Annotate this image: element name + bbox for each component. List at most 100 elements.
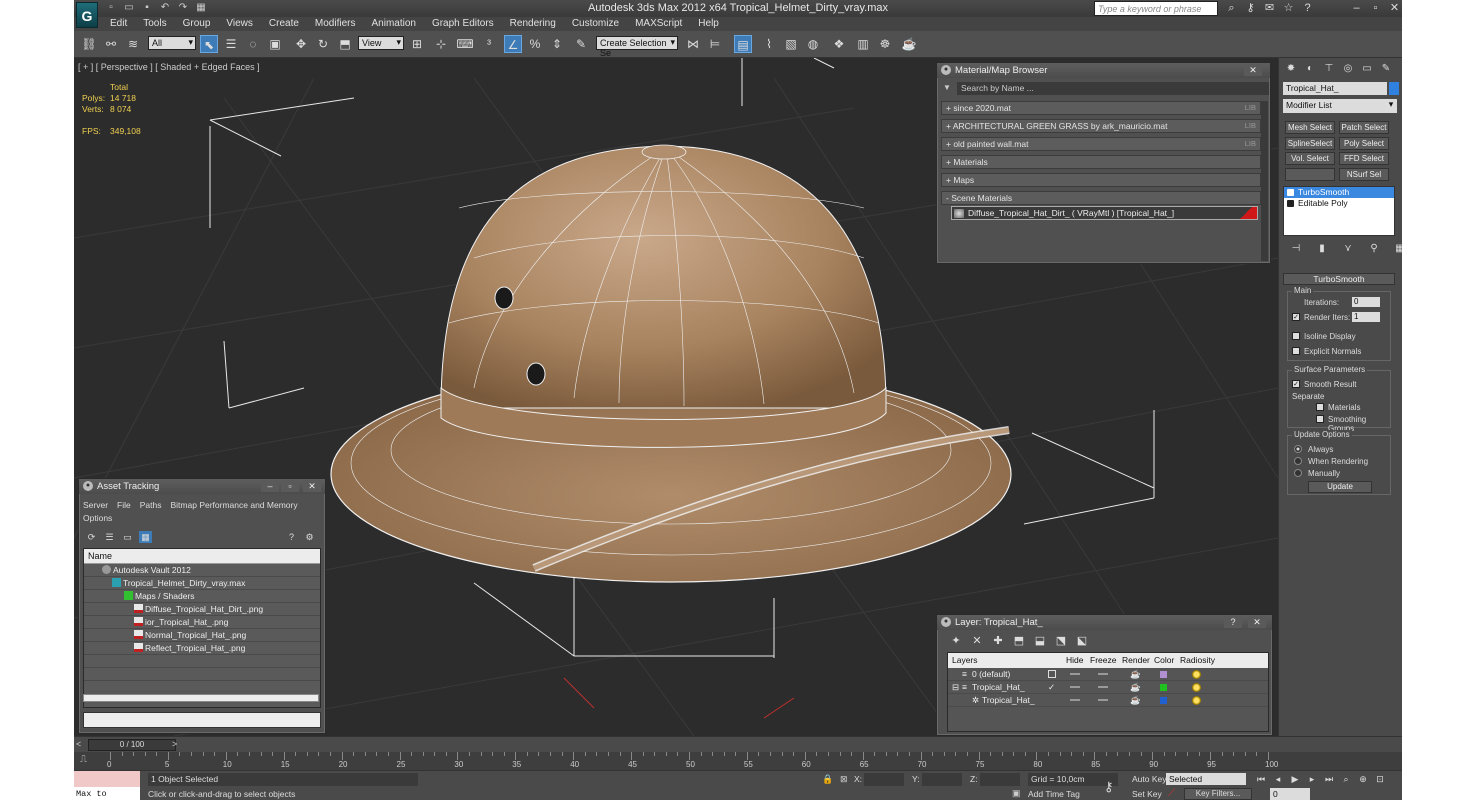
- tree-item[interactable]: Maps / Shaders: [84, 590, 320, 603]
- material-browser-titlebar[interactable]: ● Material/Map Browser ✕: [937, 63, 1270, 78]
- smooth-result-checkbox[interactable]: ✓: [1292, 380, 1300, 388]
- radiosity-bulb-icon[interactable]: [1192, 670, 1201, 679]
- explicit-normals-checkbox[interactable]: [1292, 347, 1300, 355]
- set-key-icon[interactable]: ⟋: [1168, 788, 1175, 799]
- turbosmooth-rollout-title[interactable]: TurboSmooth: [1283, 273, 1395, 285]
- viewport-label[interactable]: [ + ] [ Perspective ] [ Shaded + Edged F…: [78, 62, 260, 72]
- layer-object-row[interactable]: ✲ Tropical_Hat_ ☕: [948, 694, 1268, 707]
- asset-tracking-titlebar[interactable]: ● Asset Tracking – ▫ ✕: [79, 479, 325, 494]
- create-tab-icon[interactable]: ✸: [1283, 61, 1299, 77]
- remove-modifier-icon[interactable]: ⚲: [1367, 243, 1381, 255]
- layer-manager-titlebar[interactable]: ● Layer: Tropical_Hat_ ? ✕: [937, 615, 1272, 630]
- scene-materials-group-row[interactable]: - Scene Materials: [941, 191, 1261, 205]
- menu-options[interactable]: Options: [83, 513, 112, 523]
- stack-item-editable-poly[interactable]: Editable Poly: [1284, 198, 1394, 209]
- select-object-icon[interactable]: ⬉: [200, 35, 218, 53]
- auto-key-button[interactable]: Auto Key: [1132, 774, 1167, 784]
- current-frame-field[interactable]: 0: [1270, 788, 1310, 800]
- collapse-icon[interactable]: ⊟: [952, 681, 960, 694]
- update-button[interactable]: Update: [1308, 481, 1372, 493]
- pivot-center-icon[interactable]: ⊞: [408, 35, 426, 53]
- table-view-icon[interactable]: ▦: [139, 531, 152, 543]
- zoom-extents-icon[interactable]: ⊡: [1373, 773, 1387, 785]
- maps-group-row[interactable]: + Maps: [941, 173, 1261, 187]
- motion-tab-icon[interactable]: ◎: [1340, 61, 1356, 77]
- tree-item[interactable]: ior_Tropical_Hat_.png: [84, 616, 320, 629]
- tree-item[interactable]: Diffuse_Tropical_Hat_Dirt_.png: [84, 603, 320, 616]
- search-options-icon[interactable]: ▼: [943, 83, 951, 92]
- favorites-icon[interactable]: ☆: [1281, 1, 1296, 15]
- go-to-end-icon[interactable]: ⏭: [1322, 773, 1336, 785]
- col-hide[interactable]: Hide: [1066, 653, 1083, 668]
- lock-selection-icon[interactable]: 🔒: [822, 774, 833, 785]
- menu-customize[interactable]: Customize: [564, 17, 627, 31]
- freeze-toggle[interactable]: [1098, 673, 1108, 675]
- key-filters-button[interactable]: Key Filters...: [1184, 788, 1252, 800]
- select-manipulate-icon[interactable]: ⊹: [432, 35, 450, 53]
- prev-frame-icon[interactable]: <: [76, 739, 81, 749]
- maximize-icon[interactable]: ▫: [281, 480, 299, 492]
- tree-item[interactable]: Tropical_Helmet_Dirty_vray.max: [84, 577, 320, 590]
- minimize-icon[interactable]: –: [261, 480, 279, 492]
- menu-rendering[interactable]: Rendering: [502, 17, 564, 31]
- highlight-selected-icon[interactable]: ⬓: [1033, 635, 1047, 648]
- menu-group[interactable]: Group: [175, 17, 219, 31]
- help-icon[interactable]: ?: [285, 531, 298, 543]
- object-color-swatch[interactable]: [1160, 697, 1167, 704]
- window-crossing-icon[interactable]: ▣: [266, 35, 284, 53]
- object-name-field[interactable]: Tropical_Hat_: [1283, 82, 1387, 95]
- layer-row[interactable]: ≡ 0 (default) ☕: [948, 668, 1268, 681]
- time-tag-icon[interactable]: ▣: [1012, 788, 1021, 799]
- scale-icon[interactable]: ⬒: [336, 35, 354, 53]
- update-when-rendering-radio[interactable]: [1294, 457, 1302, 465]
- key-mode-dropdown[interactable]: Selected: [1166, 773, 1246, 785]
- keyboard-shortcut-icon[interactable]: ⌨: [456, 35, 474, 53]
- track-bar[interactable]: ⎍ 0 5 10 15 20 25 30 35 40 45 50 55 60 65 70 75 80 85 90 95…: [74, 752, 1402, 770]
- iterations-spinner[interactable]: 0: [1352, 297, 1380, 307]
- render-setup-icon[interactable]: ❖: [830, 35, 848, 53]
- hide-toggle[interactable]: [1070, 699, 1080, 701]
- reference-coordinate-dropdown[interactable]: View: [358, 36, 404, 50]
- z-coord-field[interactable]: [980, 773, 1020, 786]
- go-to-start-icon[interactable]: ⏮: [1254, 773, 1268, 785]
- absolute-mode-icon[interactable]: ⊠: [840, 774, 848, 785]
- patch-select-button[interactable]: Patch Select: [1339, 121, 1389, 134]
- hide-all-icon[interactable]: ⬔: [1054, 635, 1068, 648]
- snaps-toggle-icon[interactable]: ³: [480, 35, 498, 53]
- menu-bitmap-performance[interactable]: Bitmap Performance and Memory: [171, 500, 298, 510]
- menu-tools[interactable]: Tools: [135, 17, 174, 31]
- communication-icon[interactable]: ✉: [1262, 1, 1277, 15]
- col-render[interactable]: Render: [1122, 653, 1150, 668]
- spline-select-button[interactable]: SplineSelect: [1285, 137, 1335, 150]
- mirror-icon[interactable]: ⋈: [684, 35, 702, 53]
- select-by-name-icon[interactable]: ☰: [222, 35, 240, 53]
- app-logo[interactable]: G: [76, 2, 98, 28]
- freeze-toggle[interactable]: [1098, 686, 1108, 688]
- close-icon[interactable]: ✕: [303, 480, 321, 492]
- close-icon[interactable]: ✕: [1387, 1, 1402, 15]
- search-input[interactable]: Type a keyword or phrase: [1094, 1, 1218, 16]
- play-icon[interactable]: ▶: [1288, 773, 1302, 785]
- named-selection-dropdown[interactable]: Create Selection Se: [596, 36, 678, 58]
- subscription-icon[interactable]: ⚷: [1243, 1, 1258, 15]
- modify-tab-icon[interactable]: ◐: [1302, 61, 1318, 77]
- bind-space-warp-icon[interactable]: ≋: [124, 35, 142, 53]
- new-layer-icon[interactable]: ✦: [949, 635, 963, 648]
- material-browser-close-icon[interactable]: ✕: [1244, 64, 1262, 76]
- rendered-frame-icon[interactable]: ▥: [854, 35, 872, 53]
- time-slider[interactable]: 0 / 100: [88, 739, 176, 751]
- nsurf-sel-button[interactable]: NSurf Sel: [1339, 168, 1389, 181]
- list-view-icon[interactable]: ☰: [103, 531, 116, 543]
- hierarchy-tab-icon[interactable]: ⊤: [1321, 61, 1337, 77]
- material-library-row[interactable]: + old painted wall.mat LIB: [941, 137, 1261, 151]
- freeze-toggle[interactable]: [1098, 699, 1108, 701]
- set-key-button[interactable]: Set Key: [1132, 789, 1162, 799]
- help-icon[interactable]: ?: [1300, 1, 1315, 15]
- tree-item[interactable]: Autodesk Vault 2012: [84, 564, 320, 577]
- layer-color-swatch[interactable]: [1160, 671, 1167, 678]
- menu-create[interactable]: Create: [261, 17, 307, 31]
- add-to-layer-icon[interactable]: ✚: [991, 635, 1005, 648]
- mesh-select-button[interactable]: Mesh Select: [1285, 121, 1335, 134]
- tree-item[interactable]: Normal_Tropical_Hat_.png: [84, 629, 320, 642]
- align-icon[interactable]: ⊨: [706, 35, 724, 53]
